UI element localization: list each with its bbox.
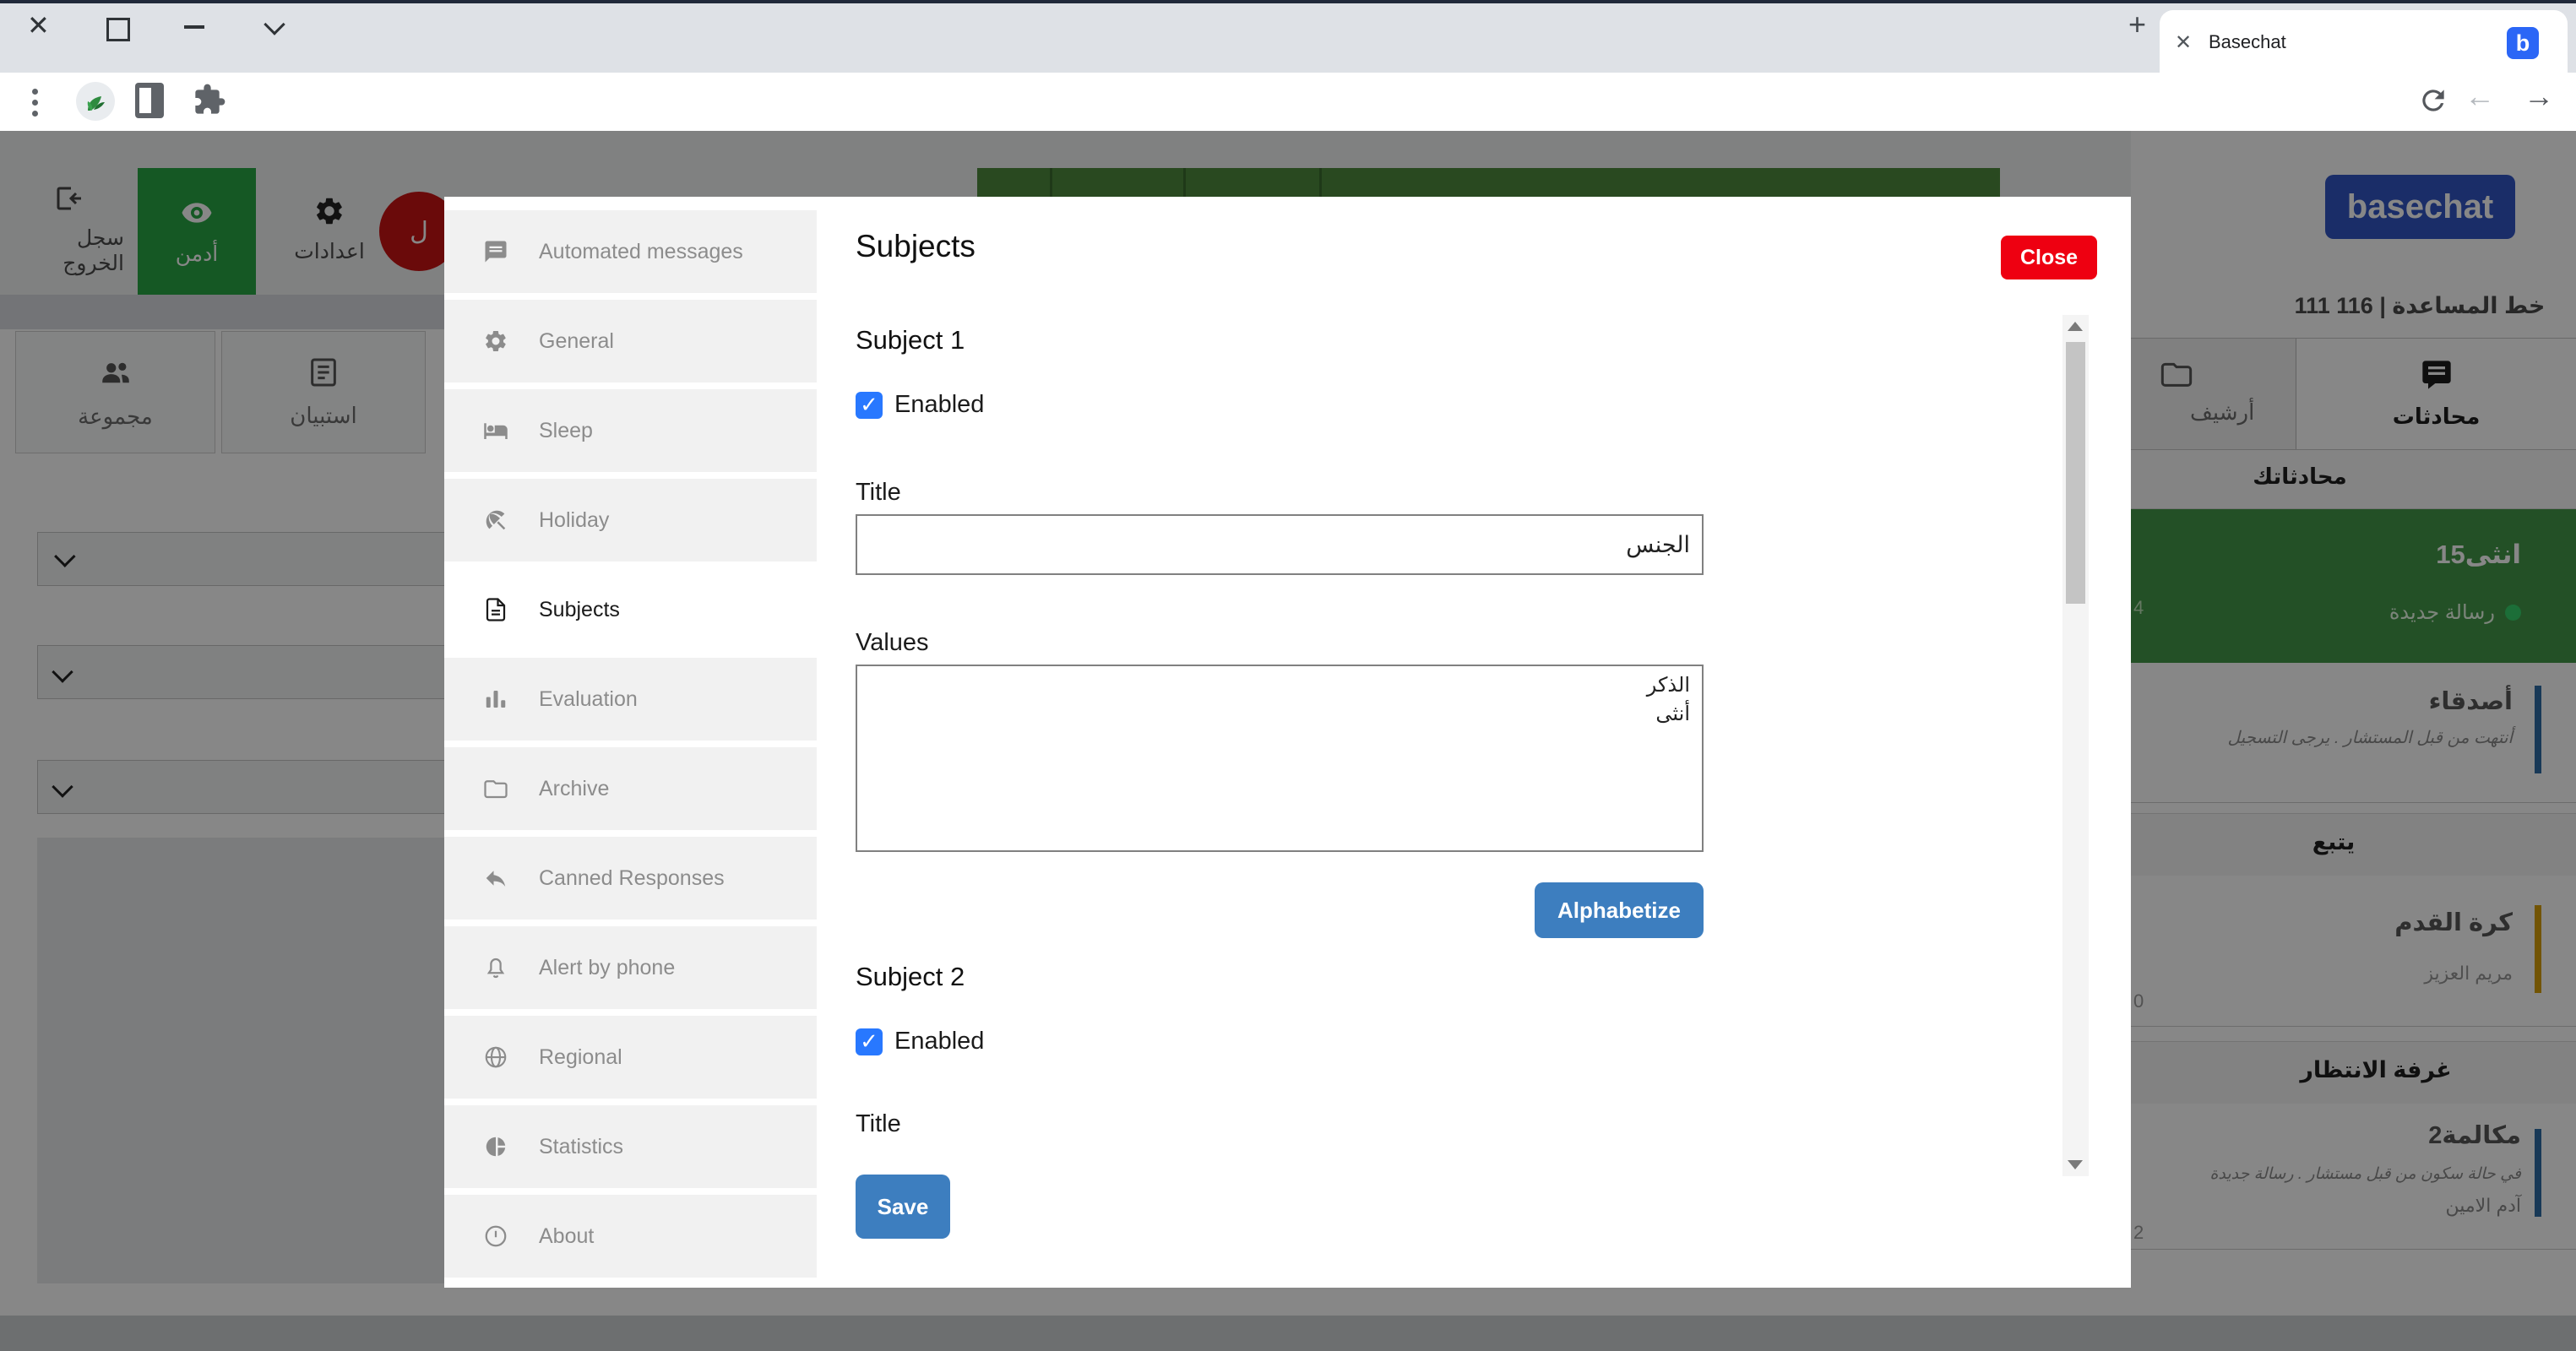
- menu-item-general[interactable]: General: [444, 300, 817, 383]
- subject1-title-input[interactable]: [856, 514, 1704, 575]
- reload-icon[interactable]: [2417, 84, 2449, 117]
- menu-label: Regional: [539, 1045, 622, 1070]
- menu-label: Canned Responses: [539, 866, 725, 891]
- menu-item-subjects[interactable]: Subjects: [444, 568, 817, 651]
- subject1-values-textarea[interactable]: الذكر أنثى: [856, 665, 1704, 852]
- bed-icon: [483, 418, 508, 443]
- modal-scrollbar[interactable]: [2062, 315, 2089, 1176]
- menu-item-sleep[interactable]: Sleep: [444, 389, 817, 472]
- tab-favicon: b: [2507, 27, 2539, 59]
- menu-label: Sleep: [539, 419, 593, 443]
- subject1-enabled-label: Enabled: [894, 391, 984, 419]
- browser-toolbar: smsloho.basechat.com/BasechatSMS/170_165…: [0, 73, 2576, 131]
- plant-avatar-image: [76, 82, 115, 121]
- menu-item-alert-by-phone[interactable]: Alert by phone: [444, 926, 817, 1009]
- menu-item-automated-messages[interactable]: Automated messages: [444, 210, 817, 293]
- back-arrow-icon[interactable]: ←: [2465, 81, 2495, 111]
- browser-tab[interactable]: ✕ Basechat b: [2160, 10, 2568, 73]
- subject2-enabled-label: Enabled: [894, 1028, 984, 1055]
- menu-item-archive[interactable]: Archive: [444, 747, 817, 830]
- chat-icon: [483, 239, 508, 264]
- subject1-enabled-checkbox[interactable]: ✓: [856, 392, 883, 419]
- menu-label: General: [539, 329, 614, 354]
- alphabetize-button[interactable]: Alphabetize: [1535, 882, 1704, 938]
- new-tab-button[interactable]: +: [2128, 7, 2146, 42]
- sidepanel-icon[interactable]: [135, 83, 164, 118]
- subject2-enabled-row: ✓ Enabled: [856, 1028, 984, 1055]
- menu-label: Subjects: [539, 598, 620, 622]
- scroll-down-icon[interactable]: [2068, 1160, 2083, 1169]
- menu-item-evaluation[interactable]: Evaluation: [444, 658, 817, 741]
- info-icon: [483, 1223, 508, 1249]
- subject2-heading: Subject 2: [856, 962, 965, 992]
- menu-label: Statistics: [539, 1135, 623, 1159]
- menu-label: About: [539, 1224, 594, 1249]
- scrollbar-thumb[interactable]: [2066, 342, 2085, 604]
- menu-label: Archive: [539, 777, 609, 801]
- bar-chart-icon: [483, 686, 508, 712]
- gear-icon: [483, 328, 508, 354]
- menu-item-statistics[interactable]: Statistics: [444, 1105, 817, 1188]
- window-menu-chevron-icon[interactable]: [264, 14, 285, 35]
- subject1-enabled-row: ✓ Enabled: [856, 391, 984, 419]
- screen: ✕ + ✕ Basechat b: [0, 0, 2576, 1351]
- menu-label: Evaluation: [539, 687, 638, 712]
- folder-icon: [483, 776, 508, 801]
- subject2-title-label: Title: [856, 1110, 901, 1138]
- bell-icon: [483, 955, 508, 980]
- scroll-up-icon[interactable]: [2068, 322, 2083, 331]
- forward-arrow-icon[interactable]: →: [2524, 81, 2554, 111]
- window-close-icon[interactable]: ✕: [27, 12, 50, 39]
- tab-close-icon[interactable]: ✕: [2175, 30, 2192, 55]
- close-button[interactable]: Close: [2001, 236, 2097, 279]
- menu-label: Holiday: [539, 508, 609, 533]
- browser-menu-kebab-icon[interactable]: [32, 86, 38, 119]
- subject1-values-label: Values: [856, 629, 929, 657]
- subject2-enabled-checkbox[interactable]: ✓: [856, 1028, 883, 1055]
- menu-item-canned-responses[interactable]: Canned Responses: [444, 837, 817, 920]
- menu-item-about[interactable]: About: [444, 1195, 817, 1278]
- umbrella-icon: [483, 507, 508, 533]
- extensions-puzzle-icon[interactable]: [193, 83, 226, 117]
- reply-icon: [483, 865, 508, 891]
- menu-item-holiday[interactable]: Holiday: [444, 479, 817, 562]
- window-minimize-icon[interactable]: [184, 25, 204, 29]
- tab-title: Basechat: [2209, 31, 2286, 53]
- menu-item-regional[interactable]: Regional: [444, 1016, 817, 1099]
- save-button[interactable]: Save: [856, 1175, 950, 1239]
- pie-chart-icon: [483, 1134, 508, 1159]
- settings-modal: Automated messages General Sleep Holiday: [444, 197, 2131, 1288]
- window-maximize-icon[interactable]: [106, 18, 130, 41]
- window-frame-edge: [0, 0, 2576, 3]
- subject1-title-label: Title: [856, 479, 901, 507]
- browser-titlebar: ✕ + ✕ Basechat b: [0, 0, 2576, 73]
- document-icon: [483, 597, 508, 622]
- modal-title: Subjects: [856, 229, 976, 264]
- globe-icon: [483, 1044, 508, 1070]
- avatar[interactable]: [76, 82, 115, 121]
- subject1-heading: Subject 1: [856, 325, 965, 355]
- menu-label: Alert by phone: [539, 956, 675, 980]
- menu-label: Automated messages: [539, 240, 743, 264]
